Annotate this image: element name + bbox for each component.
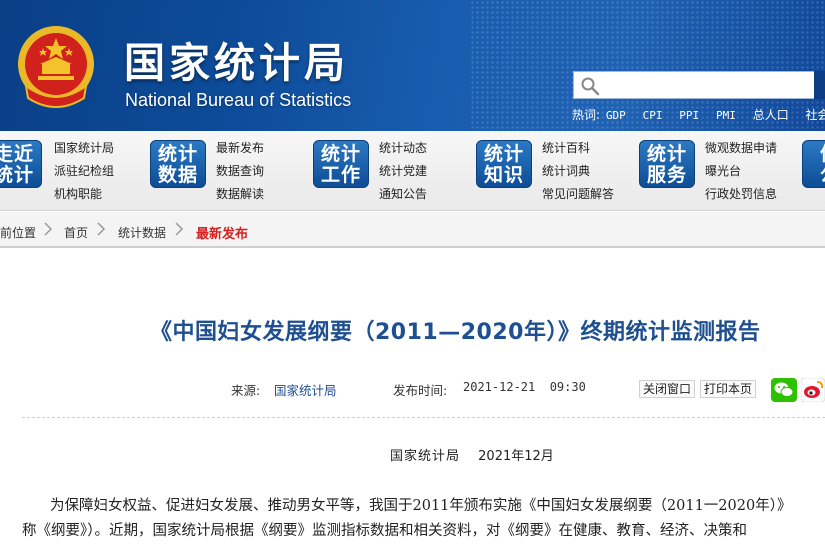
hotword-link[interactable]: 总人口 (753, 108, 789, 122)
nav-badge-line: 数据 (157, 164, 198, 186)
nav-badge-line: 服务 (646, 164, 687, 186)
nav-link[interactable]: 统计动态 (379, 137, 427, 160)
nav-badge-service[interactable]: 统计 服务 (639, 140, 695, 188)
nav-link[interactable]: 数据查询 (216, 160, 264, 183)
nav-badge-line: 统计 (0, 164, 34, 186)
nav-link[interactable]: 机构职能 (54, 183, 114, 206)
meta-divider (22, 417, 825, 418)
publish-time: 2021-12-21 09:30 (463, 380, 586, 394)
publish-date: 2021年12月 (478, 449, 554, 464)
hotword-link[interactable]: CPI (643, 109, 663, 122)
nav-badge-disclosure[interactable]: 信 公 (802, 140, 825, 188)
print-page-button[interactable]: 打印本页 (700, 380, 757, 398)
publisher-name: 国家统计局 (390, 449, 461, 464)
hotword-link[interactable]: GDP (606, 109, 626, 122)
article-paragraph: 为保障妇女权益、促进妇女发展、推动男女平等，我国于2011年颁布实施《中国妇女发… (50, 498, 792, 514)
source-label: 来源: (231, 383, 261, 398)
site-title-chinese: 国家统计局 (124, 39, 349, 87)
nav-links-data: 最新发布 数据查询 数据解读 (216, 137, 264, 206)
nav-badge-line: 统计 (646, 143, 687, 165)
nav-badge-line: 统计 (483, 143, 524, 165)
nav-link[interactable]: 常见问题解答 (542, 183, 614, 206)
search-box (573, 71, 818, 99)
hotword-link[interactable]: 社会 (806, 108, 825, 122)
nav-link[interactable]: 曝光台 (705, 160, 777, 183)
nav-link[interactable]: 统计党建 (379, 160, 427, 183)
breadcrumb-home[interactable]: 首页 (64, 224, 88, 241)
search-button[interactable] (814, 71, 825, 99)
publisher-line: 国家统计局 2021年12月 (390, 445, 554, 464)
nav-links-work: 统计动态 统计党建 通知公告 (379, 137, 427, 206)
publish-time-label: 发布时间: (393, 383, 448, 398)
nav-badge-about[interactable]: 走近 统计 (0, 140, 42, 188)
article-title: 《中国妇女发展纲要（2011—2020年）》终期统计监测报告 (150, 320, 761, 345)
nav-links-service: 微观数据申请 曝光台 行政处罚信息 (705, 137, 777, 206)
wechat-share-icon[interactable] (771, 378, 797, 402)
nav-badge-line: 走近 (0, 143, 34, 165)
search-input[interactable] (604, 75, 809, 95)
nav-badge-knowledge[interactable]: 统计 知识 (476, 140, 532, 188)
nav-badge-line: 公 (803, 165, 825, 186)
hotword-link[interactable]: PMI (716, 109, 736, 122)
nav-link[interactable]: 数据解读 (216, 183, 264, 206)
nav-links-about: 国家统计局 派驻纪检组 机构职能 (54, 137, 114, 206)
nav-link[interactable]: 统计百科 (542, 137, 614, 160)
breadcrumb: 前位置 首页 统计数据 最新发布 (0, 212, 825, 248)
nav-badge-line: 统计 (157, 143, 198, 165)
nav-badge-line: 知识 (483, 164, 524, 186)
nav-link[interactable]: 派驻纪检组 (54, 160, 114, 183)
chevron-right-icon (97, 222, 106, 236)
site-title-english: National Bureau of Statistics (125, 90, 352, 110)
source-link[interactable]: 国家统计局 (274, 380, 337, 399)
nav-link[interactable]: 最新发布 (216, 137, 264, 160)
hotwords-bar: 热词: GDP CPI PPI PMI 总人口 社会 (572, 106, 825, 123)
nav-link[interactable]: 通知公告 (379, 183, 427, 206)
nav-links-knowledge: 统计百科 统计词典 常见问题解答 (542, 137, 614, 206)
close-window-button[interactable]: 关闭窗口 (639, 380, 696, 398)
nav-badge-data[interactable]: 统计 数据 (150, 140, 206, 188)
nav-link[interactable]: 国家统计局 (54, 137, 114, 160)
hotword-link[interactable]: PPI (679, 109, 699, 122)
weibo-share-icon[interactable] (801, 378, 825, 402)
nav-badge-line: 统计 (320, 143, 361, 165)
nav-badge-work[interactable]: 统计 工作 (313, 140, 369, 188)
site-header: 国家统计局 National Bureau of Statistics 热词: … (0, 0, 825, 131)
nav-link[interactable]: 行政处罚信息 (705, 183, 777, 206)
main-nav: 走近 统计 国家统计局 派驻纪检组 机构职能 统计 数据 最新发布 数据查询 数… (0, 131, 825, 211)
hotwords-label: 热词: (572, 108, 601, 122)
national-emblem-icon[interactable] (16, 24, 96, 110)
breadcrumb-current[interactable]: 最新发布 (196, 223, 248, 242)
article-paragraph: 称《纲要》）。近期，国家统计局根据《纲要》监测指标数据和相关资料，对《纲要》在健… (22, 523, 747, 539)
chevron-right-icon (44, 222, 53, 236)
breadcrumb-location-label: 前位置 (0, 226, 37, 240)
nav-badge-line: 工作 (320, 164, 361, 186)
chevron-right-icon (175, 222, 184, 236)
breadcrumb-stats-data[interactable]: 统计数据 (118, 224, 166, 241)
nav-badge-line: 信 (803, 144, 825, 165)
nav-link[interactable]: 统计词典 (542, 160, 614, 183)
search-icon (581, 77, 600, 96)
nav-link[interactable]: 微观数据申请 (705, 137, 777, 160)
